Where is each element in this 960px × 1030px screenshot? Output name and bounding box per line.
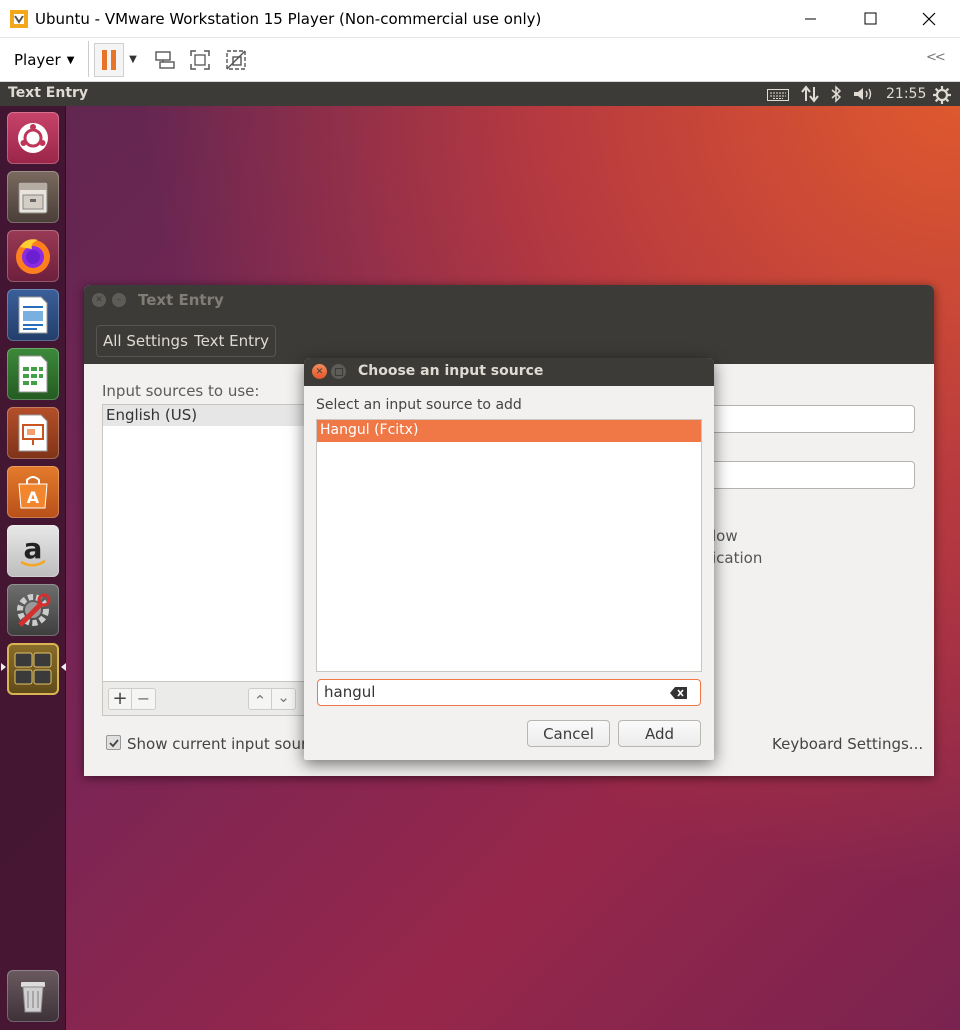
close-icon: ✕ <box>95 295 103 305</box>
unity-mode-button[interactable] <box>221 46 251 74</box>
vmware-window-title: Ubuntu - VMware Workstation 15 Player (N… <box>35 10 542 28</box>
volume-indicator-icon[interactable] <box>852 85 874 103</box>
dialog-maximize-button[interactable] <box>331 364 346 379</box>
close-button[interactable] <box>914 6 944 32</box>
launcher-running-indicator <box>1 663 6 671</box>
session-gear-icon[interactable] <box>932 85 952 105</box>
dialog-close-button[interactable]: ✕ <box>312 364 327 379</box>
maximize-icon <box>334 367 343 376</box>
clear-search-icon[interactable] <box>670 685 688 699</box>
impress-presentation-icon <box>18 414 48 452</box>
window-title: Text Entry <box>138 291 224 309</box>
input-sources-label: Input sources to use: <box>102 382 260 400</box>
launcher-amazon-button[interactable]: a <box>7 525 59 577</box>
launcher-focus-indicator <box>61 663 66 671</box>
toolbar-divider <box>88 41 89 77</box>
vmware-toolbar <box>0 38 960 82</box>
shopping-bag-icon: A <box>18 476 48 509</box>
player-menu[interactable]: Player ▼ <box>6 46 74 74</box>
window-minimize-button[interactable]: – <box>112 293 126 307</box>
show-current-source-label: Show current input source <box>127 735 325 753</box>
minimize-button[interactable] <box>795 6 825 32</box>
settings-wrench-icon <box>17 593 51 627</box>
collapse-toolbar-icon[interactable]: << <box>926 50 950 70</box>
pause-dropdown-icon[interactable]: ▼ <box>126 50 140 68</box>
result-item-selected[interactable]: Hangul (Fcitx) <box>317 420 701 442</box>
svg-text:A: A <box>27 488 40 507</box>
player-menu-label: Player <box>14 51 61 69</box>
window-close-button[interactable]: ✕ <box>92 293 106 307</box>
ubuntu-logo-icon <box>18 123 48 153</box>
workspace-switcher-icon <box>14 652 52 685</box>
launcher-firefox-button[interactable] <box>7 230 59 282</box>
launcher-software-button[interactable]: A <box>7 466 59 518</box>
dialog-prompt: Select an input source to add <box>316 397 522 413</box>
keyboard-settings-link[interactable]: Keyboard Settings... <box>772 735 923 753</box>
firefox-icon <box>16 239 50 274</box>
close-icon: ✕ <box>315 366 324 377</box>
writer-document-icon <box>18 296 48 334</box>
choose-input-source-dialog: ✕ Choose an input source Select an input… <box>304 358 714 760</box>
bluetooth-indicator-icon[interactable] <box>829 85 843 103</box>
send-ctrl-alt-del-button[interactable] <box>149 46 179 74</box>
checkmark-icon <box>108 738 119 747</box>
option-text-2: ication <box>712 549 763 567</box>
launcher-dash-button[interactable] <box>7 112 59 164</box>
network-devices-icon <box>155 51 175 69</box>
add-button[interactable]: Add <box>618 720 701 747</box>
remove-input-source-button[interactable]: − <box>132 688 156 710</box>
maximize-button[interactable] <box>855 6 885 32</box>
minimize-icon: – <box>116 295 122 305</box>
launcher-writer-button[interactable] <box>7 289 59 341</box>
move-up-button[interactable]: ⌃ <box>248 688 272 710</box>
fullscreen-button[interactable] <box>185 46 215 74</box>
panel-clock[interactable]: 21:55 <box>886 86 926 102</box>
launcher-files-button[interactable] <box>7 171 59 223</box>
panel-app-title: Text Entry <box>8 85 89 101</box>
svg-text:a: a <box>24 532 43 565</box>
add-input-source-button[interactable]: + <box>108 688 132 710</box>
cancel-button[interactable]: Cancel <box>527 720 610 747</box>
amazon-icon: a <box>20 532 46 567</box>
fullscreen-icon <box>190 50 210 70</box>
calc-spreadsheet-icon <box>18 355 48 393</box>
launcher-impress-button[interactable] <box>7 407 59 459</box>
launcher-settings-button[interactable] <box>7 584 59 636</box>
show-current-source-checkbox[interactable] <box>106 735 121 750</box>
launcher-workspaces-button[interactable] <box>7 643 59 695</box>
network-indicator-icon[interactable] <box>800 85 820 103</box>
input-source-item[interactable]: English (US) <box>103 405 311 426</box>
chevron-down-icon: ▼ <box>66 54 75 66</box>
input-source-results-list[interactable] <box>316 419 702 672</box>
unity-icon <box>226 50 246 70</box>
input-sources-list[interactable] <box>102 404 312 682</box>
option-text-1: low <box>712 527 738 545</box>
search-field-value: hangul <box>324 683 376 701</box>
dialog-title: Choose an input source <box>358 363 544 379</box>
pause-button[interactable] <box>94 43 124 77</box>
keyboard-indicator-icon[interactable] <box>767 87 789 101</box>
breadcrumb-text-entry[interactable]: Text Entry <box>188 325 277 357</box>
breadcrumb-all-settings[interactable]: All Settings <box>96 325 195 357</box>
pause-icon <box>102 50 116 70</box>
file-cabinet-icon <box>18 182 48 214</box>
trash-icon <box>21 982 45 1013</box>
launcher-trash-button[interactable] <box>7 970 59 1022</box>
move-down-button[interactable]: ⌄ <box>272 688 296 710</box>
launcher-calc-button[interactable] <box>7 348 59 400</box>
vmware-logo-icon <box>9 9 29 29</box>
